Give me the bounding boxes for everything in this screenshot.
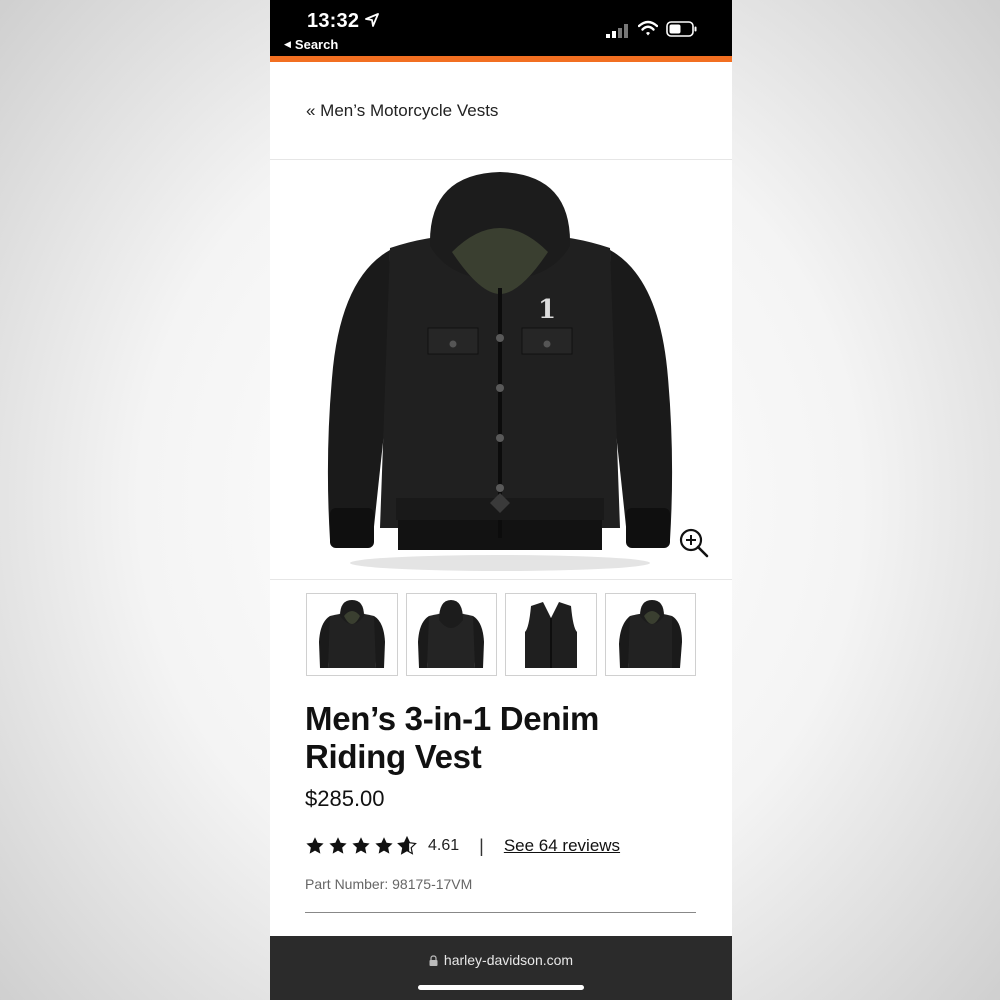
divider: [270, 159, 732, 160]
status-time: 13:32: [307, 10, 360, 32]
product-price: $285.00: [305, 786, 385, 811]
star-full-icon: [352, 837, 370, 854]
product-title: Men’s 3-in-1 Denim Riding Vest: [305, 700, 600, 775]
zoom-in-icon[interactable]: [678, 527, 710, 559]
see-reviews-link[interactable]: See 64 reviews: [504, 836, 620, 856]
divider: [270, 579, 732, 580]
svg-text:1: 1: [538, 295, 556, 325]
star-full-icon: [375, 837, 393, 854]
phone-screen: 13:32 ◀ Search « Men’s Motorcycle Vests: [270, 0, 732, 1000]
home-indicator[interactable]: [418, 985, 584, 990]
lock-icon: [429, 954, 438, 966]
product-main-image[interactable]: 1: [320, 168, 680, 572]
back-triangle-icon: ◀: [284, 39, 291, 49]
divider: [305, 912, 696, 913]
cellular-signal-icon: [606, 24, 628, 38]
browser-url-bar[interactable]: harley-davidson.com: [270, 936, 732, 1000]
url-text: harley-davidson.com: [443, 952, 574, 968]
jacket-back-icon: [418, 599, 485, 668]
thumbnail-front-hooded-jacket[interactable]: [306, 593, 398, 676]
wifi-icon: [638, 20, 658, 36]
rating-row: 4.61 | See 64 reviews: [305, 834, 620, 858]
star-full-icon: [306, 837, 324, 854]
thumbnail-strip: [306, 593, 696, 676]
vest-icon: [524, 601, 577, 668]
part-number: Part Number: 98175-17VM: [305, 876, 473, 892]
battery-icon: [666, 21, 697, 37]
back-to-search-button[interactable]: ◀ Search: [284, 37, 338, 52]
status-bar: 13:32 ◀ Search: [270, 0, 732, 56]
rating-value: 4.61: [428, 837, 460, 854]
location-arrow-icon: [365, 13, 379, 27]
breadcrumb-mens-motorcycle-vests[interactable]: « Men’s Motorcycle Vests: [306, 101, 498, 121]
thumbnail-back-hooded-jacket[interactable]: [405, 593, 497, 676]
jacket-front-icon: [318, 599, 385, 668]
thumbnail-vest[interactable]: [505, 593, 597, 676]
thumbnail-angle-hooded-jacket[interactable]: [604, 593, 696, 676]
rating-separator: |: [479, 835, 484, 856]
star-full-icon: [329, 837, 347, 854]
jacket-angle-icon: [619, 599, 683, 668]
brand-accent-bar: [270, 56, 732, 62]
url-display: harley-davidson.com: [270, 952, 732, 968]
back-label: Search: [294, 37, 339, 52]
star-partial-icon: [397, 836, 417, 855]
